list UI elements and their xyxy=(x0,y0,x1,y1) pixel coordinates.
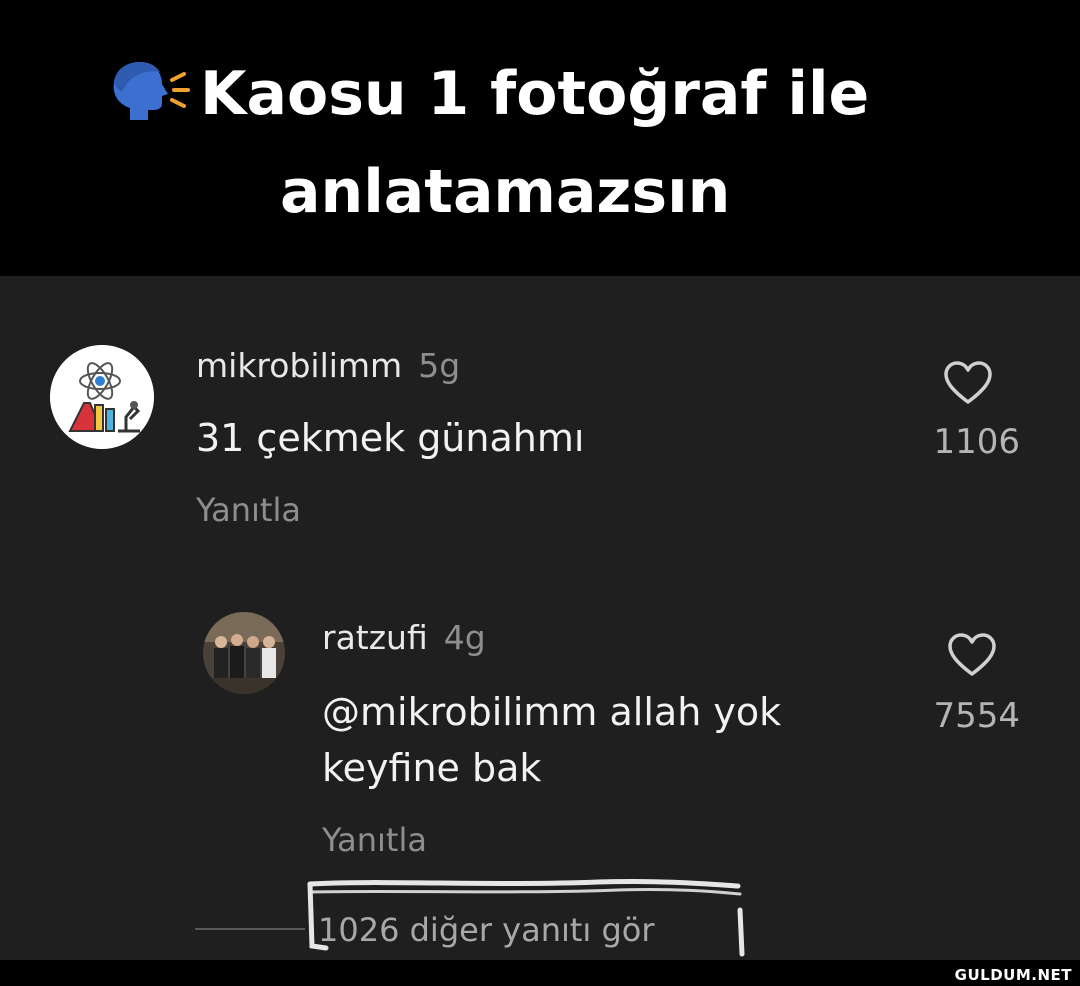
comment-time: 4g xyxy=(443,618,486,657)
comment-author[interactable]: ratzufi 4g xyxy=(322,618,486,658)
heart-icon[interactable] xyxy=(946,632,998,678)
comment-text-line1: @mikrobilimm allah yok xyxy=(322,690,782,734)
group-photo-avatar xyxy=(203,612,285,694)
header-title-line2: anlatamazsın xyxy=(280,157,731,227)
avatar[interactable] xyxy=(203,612,285,694)
like-count: 7554 xyxy=(933,696,1020,736)
username[interactable]: ratzufi xyxy=(322,618,428,657)
header-title-text1: Kaosu 1 fotoğraf ile xyxy=(200,59,870,129)
comment-time: 5g xyxy=(418,346,461,385)
username[interactable]: mikrobilimm xyxy=(196,346,402,385)
comment-text-line2: keyfine bak xyxy=(322,746,542,790)
heart-icon[interactable] xyxy=(942,360,994,406)
view-more-replies-link[interactable]: 1026 diğer yanıtı gör xyxy=(318,910,655,950)
comment-text: 31 çekmek günahmı xyxy=(196,416,585,460)
science-lab-icon xyxy=(50,345,154,449)
reply-button[interactable]: Yanıtla xyxy=(322,820,427,860)
bottom-bar xyxy=(0,960,1080,986)
speaking-head-icon xyxy=(100,58,200,130)
meme-header: Kaosu 1 fotoğraf ile anlatamazsın xyxy=(0,0,1080,276)
comment-author[interactable]: mikrobilimm 5g xyxy=(196,346,460,386)
like-count: 1106 xyxy=(933,422,1020,462)
header-title-line1: Kaosu 1 fotoğraf ile xyxy=(100,58,869,130)
watermark: GULDUM.NET xyxy=(954,966,1072,984)
divider xyxy=(195,928,305,930)
avatar[interactable] xyxy=(50,345,154,449)
comments-panel xyxy=(0,276,1080,960)
reply-button[interactable]: Yanıtla xyxy=(196,490,301,530)
